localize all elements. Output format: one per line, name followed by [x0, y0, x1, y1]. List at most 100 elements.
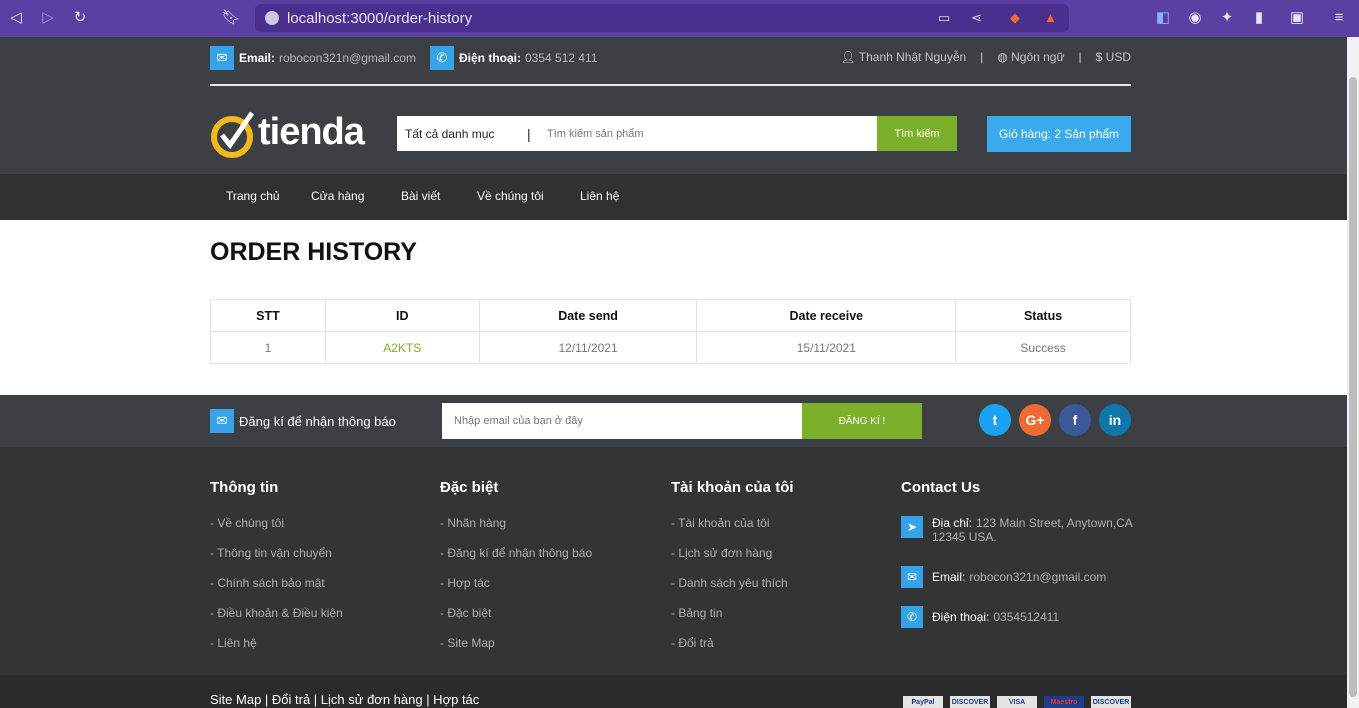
address-label: Địa chỉ:	[932, 516, 973, 530]
location-arrow-icon: ➤	[901, 516, 923, 538]
google-plus-icon[interactable]: G+	[1019, 404, 1051, 436]
site-info-icon[interactable]	[265, 11, 279, 25]
footer-link[interactable]: - Đổi trả	[671, 636, 794, 666]
column-header: Status	[955, 299, 1131, 332]
header-top: ✉ Email: robocon321n@gmail.com ✆ Điện th…	[0, 37, 1347, 174]
order-table: STT ID Date send Date receive Status 1 A…	[210, 299, 1131, 364]
main-nav: Trang chủ Cửa hàng Bài viết Về chúng tôi…	[0, 174, 1347, 220]
footer-heading: Thông tin	[210, 479, 279, 496]
cell-date-receive: 15/11/2021	[696, 331, 957, 364]
forward-icon[interactable]: ▷	[38, 8, 58, 28]
newsletter-label: Đăng kí để nhận thông báo	[239, 413, 396, 429]
footer-link[interactable]: - Về chúng tôi	[210, 516, 343, 546]
page-title: ORDER HISTORY	[210, 238, 417, 266]
discover-icon: DISCOVER	[1091, 696, 1131, 708]
newsletter-email-input[interactable]	[442, 403, 802, 439]
footer-link[interactable]: - Site Map	[440, 636, 592, 666]
language-label: Ngôn ngữ	[1011, 50, 1065, 64]
cell-stt: 1	[210, 331, 326, 364]
subscribe-button[interactable]: ĐĂNG KÍ !	[802, 403, 922, 439]
envelope-icon: ✉	[901, 566, 923, 588]
column-header: Date send	[478, 299, 698, 332]
nav-about[interactable]: Về chúng tôi	[477, 189, 544, 203]
divider: |	[1078, 50, 1082, 64]
footer-link[interactable]: - Lịch sử đơn hàng	[671, 546, 794, 576]
brave-shield-icon[interactable]: ◆	[1010, 10, 1020, 26]
footer-link[interactable]: - Hợp tác	[440, 576, 592, 606]
url-text: localhost:3000/order-history	[287, 10, 473, 27]
maestro-icon: Maestro	[1044, 696, 1084, 708]
linkedin-icon[interactable]: in	[1099, 404, 1131, 436]
translate-icon[interactable]: ◧	[1153, 8, 1173, 28]
footer-link[interactable]: - Điều khoản & Điều kiện	[210, 606, 343, 636]
currency-label: USD	[1105, 50, 1131, 64]
footer-link[interactable]: - Liên hệ	[210, 636, 343, 666]
footer-link[interactable]: - Tài khoản của tôi	[671, 516, 794, 546]
phone-label: Điện thoại:	[459, 51, 521, 65]
facebook-icon[interactable]: f	[1059, 404, 1091, 436]
scrollbar[interactable]	[1347, 37, 1359, 708]
user-link[interactable]: 👤︎ Thanh Nhật Nguyễn	[840, 50, 966, 64]
cart-button[interactable]: Giỏ hàng: 2 Sản phẩm	[987, 116, 1131, 152]
twitter-icon[interactable]: t	[979, 404, 1011, 436]
footer: Thông tin - Về chúng tôi - Thông tin vận…	[0, 447, 1347, 675]
paypal-icon: PayPal	[903, 696, 943, 708]
nav-blog[interactable]: Bài viết	[401, 189, 440, 203]
rewards-icon[interactable]: ▲	[1044, 10, 1057, 25]
category-select[interactable]: Tất cả danh mục	[397, 127, 527, 141]
footer-heading: Tài khoản của tôi	[671, 479, 794, 496]
search-bar: Tất cả danh mục | Tìm kiếm	[397, 116, 957, 151]
footer-bottom: Site Map | Đổi trả | Lịch sử đơn hàng | …	[0, 675, 1347, 708]
user-name: Thanh Nhật Nguyễn	[858, 50, 967, 64]
footer-col-contact: Contact Us ➤ Địa chỉ: 123 Main Street, An…	[901, 479, 1141, 644]
footer-link[interactable]: - Đặc biệt	[440, 606, 592, 636]
contact-email: ✉ Email: robocon321n@gmail.com	[901, 566, 1141, 588]
address-bar[interactable]: localhost:3000/order-history ▭ ⋖ ◆ ▲	[255, 4, 1069, 32]
extensions-icon[interactable]: ✦	[1217, 8, 1237, 28]
sidebar-icon[interactable]: ▮	[1249, 8, 1269, 28]
discover-icon: DISCOVER	[950, 696, 990, 708]
cell-date-send: 12/11/2021	[478, 331, 698, 364]
phone-icon: ✆	[901, 606, 923, 628]
logo-text: tienda	[258, 111, 365, 153]
footer-link[interactable]: - Chính sách bảo mật	[210, 576, 343, 606]
search-button[interactable]: Tìm kiếm	[877, 116, 957, 151]
main-content: ORDER HISTORY STT ID Date send Date rece…	[0, 220, 1347, 395]
table-row: 1 A2KTS 12/11/2021 15/11/2021 Success	[210, 331, 1131, 364]
bottom-links[interactable]: Site Map | Đổi trả | Lịch sử đơn hàng | …	[210, 692, 479, 707]
footer-link[interactable]: - Bảng tin	[671, 606, 794, 636]
share-icon[interactable]: ⋖	[971, 10, 982, 26]
scrollbar-thumb[interactable]	[1349, 77, 1357, 697]
email-value: robocon321n@gmail.com	[279, 51, 416, 65]
logo-check-icon	[211, 111, 255, 158]
nav-contact[interactable]: Liên hệ	[580, 189, 619, 203]
footer-link[interactable]: - Thông tin vận chuyển	[210, 546, 343, 576]
header-phone: ✆ Điện thoại: 0354 512 411	[430, 46, 598, 70]
order-id-link[interactable]: A2KTS	[324, 331, 480, 364]
wallet-icon[interactable]: ▣	[1287, 8, 1307, 28]
logo[interactable]: tienda	[210, 107, 370, 159]
footer-link[interactable]: - Nhãn hàng	[440, 516, 592, 546]
footer-link[interactable]: - Danh sách yêu thích	[671, 576, 794, 606]
newsletter-label-group: ✉ Đăng kí để nhận thông báo	[210, 409, 396, 433]
search-divider: |	[527, 125, 531, 142]
currency-link[interactable]: $ USD	[1096, 50, 1131, 64]
reload-icon[interactable]: ↻	[70, 8, 90, 28]
contact-phone: ✆ Điện thoại: 0354512411	[901, 606, 1141, 628]
search-input[interactable]	[547, 127, 877, 140]
footer-link[interactable]: - Đăng kí để nhận thông báo	[440, 546, 592, 576]
profile-icon[interactable]: ◉	[1185, 8, 1205, 28]
bookmark-icon[interactable]: 🔖︎	[221, 8, 241, 28]
menu-icon[interactable]: ≡	[1329, 8, 1349, 28]
back-icon[interactable]: ◁	[6, 8, 26, 28]
language-link[interactable]: ◍ Ngôn ngữ	[997, 50, 1064, 64]
nav-shop[interactable]: Cửa hàng	[311, 189, 364, 203]
cast-icon[interactable]: ▭	[938, 10, 950, 26]
envelope-icon: ✉	[210, 409, 234, 433]
contact-address: ➤ Địa chỉ: 123 Main Street, Anytown,CA 12…	[901, 516, 1141, 544]
table-header-row: STT ID Date send Date receive Status	[210, 299, 1131, 332]
column-header: STT	[210, 299, 326, 332]
footer-heading: Contact Us	[901, 479, 981, 496]
cell-status: Success	[955, 331, 1131, 364]
nav-home[interactable]: Trang chủ	[226, 189, 280, 203]
